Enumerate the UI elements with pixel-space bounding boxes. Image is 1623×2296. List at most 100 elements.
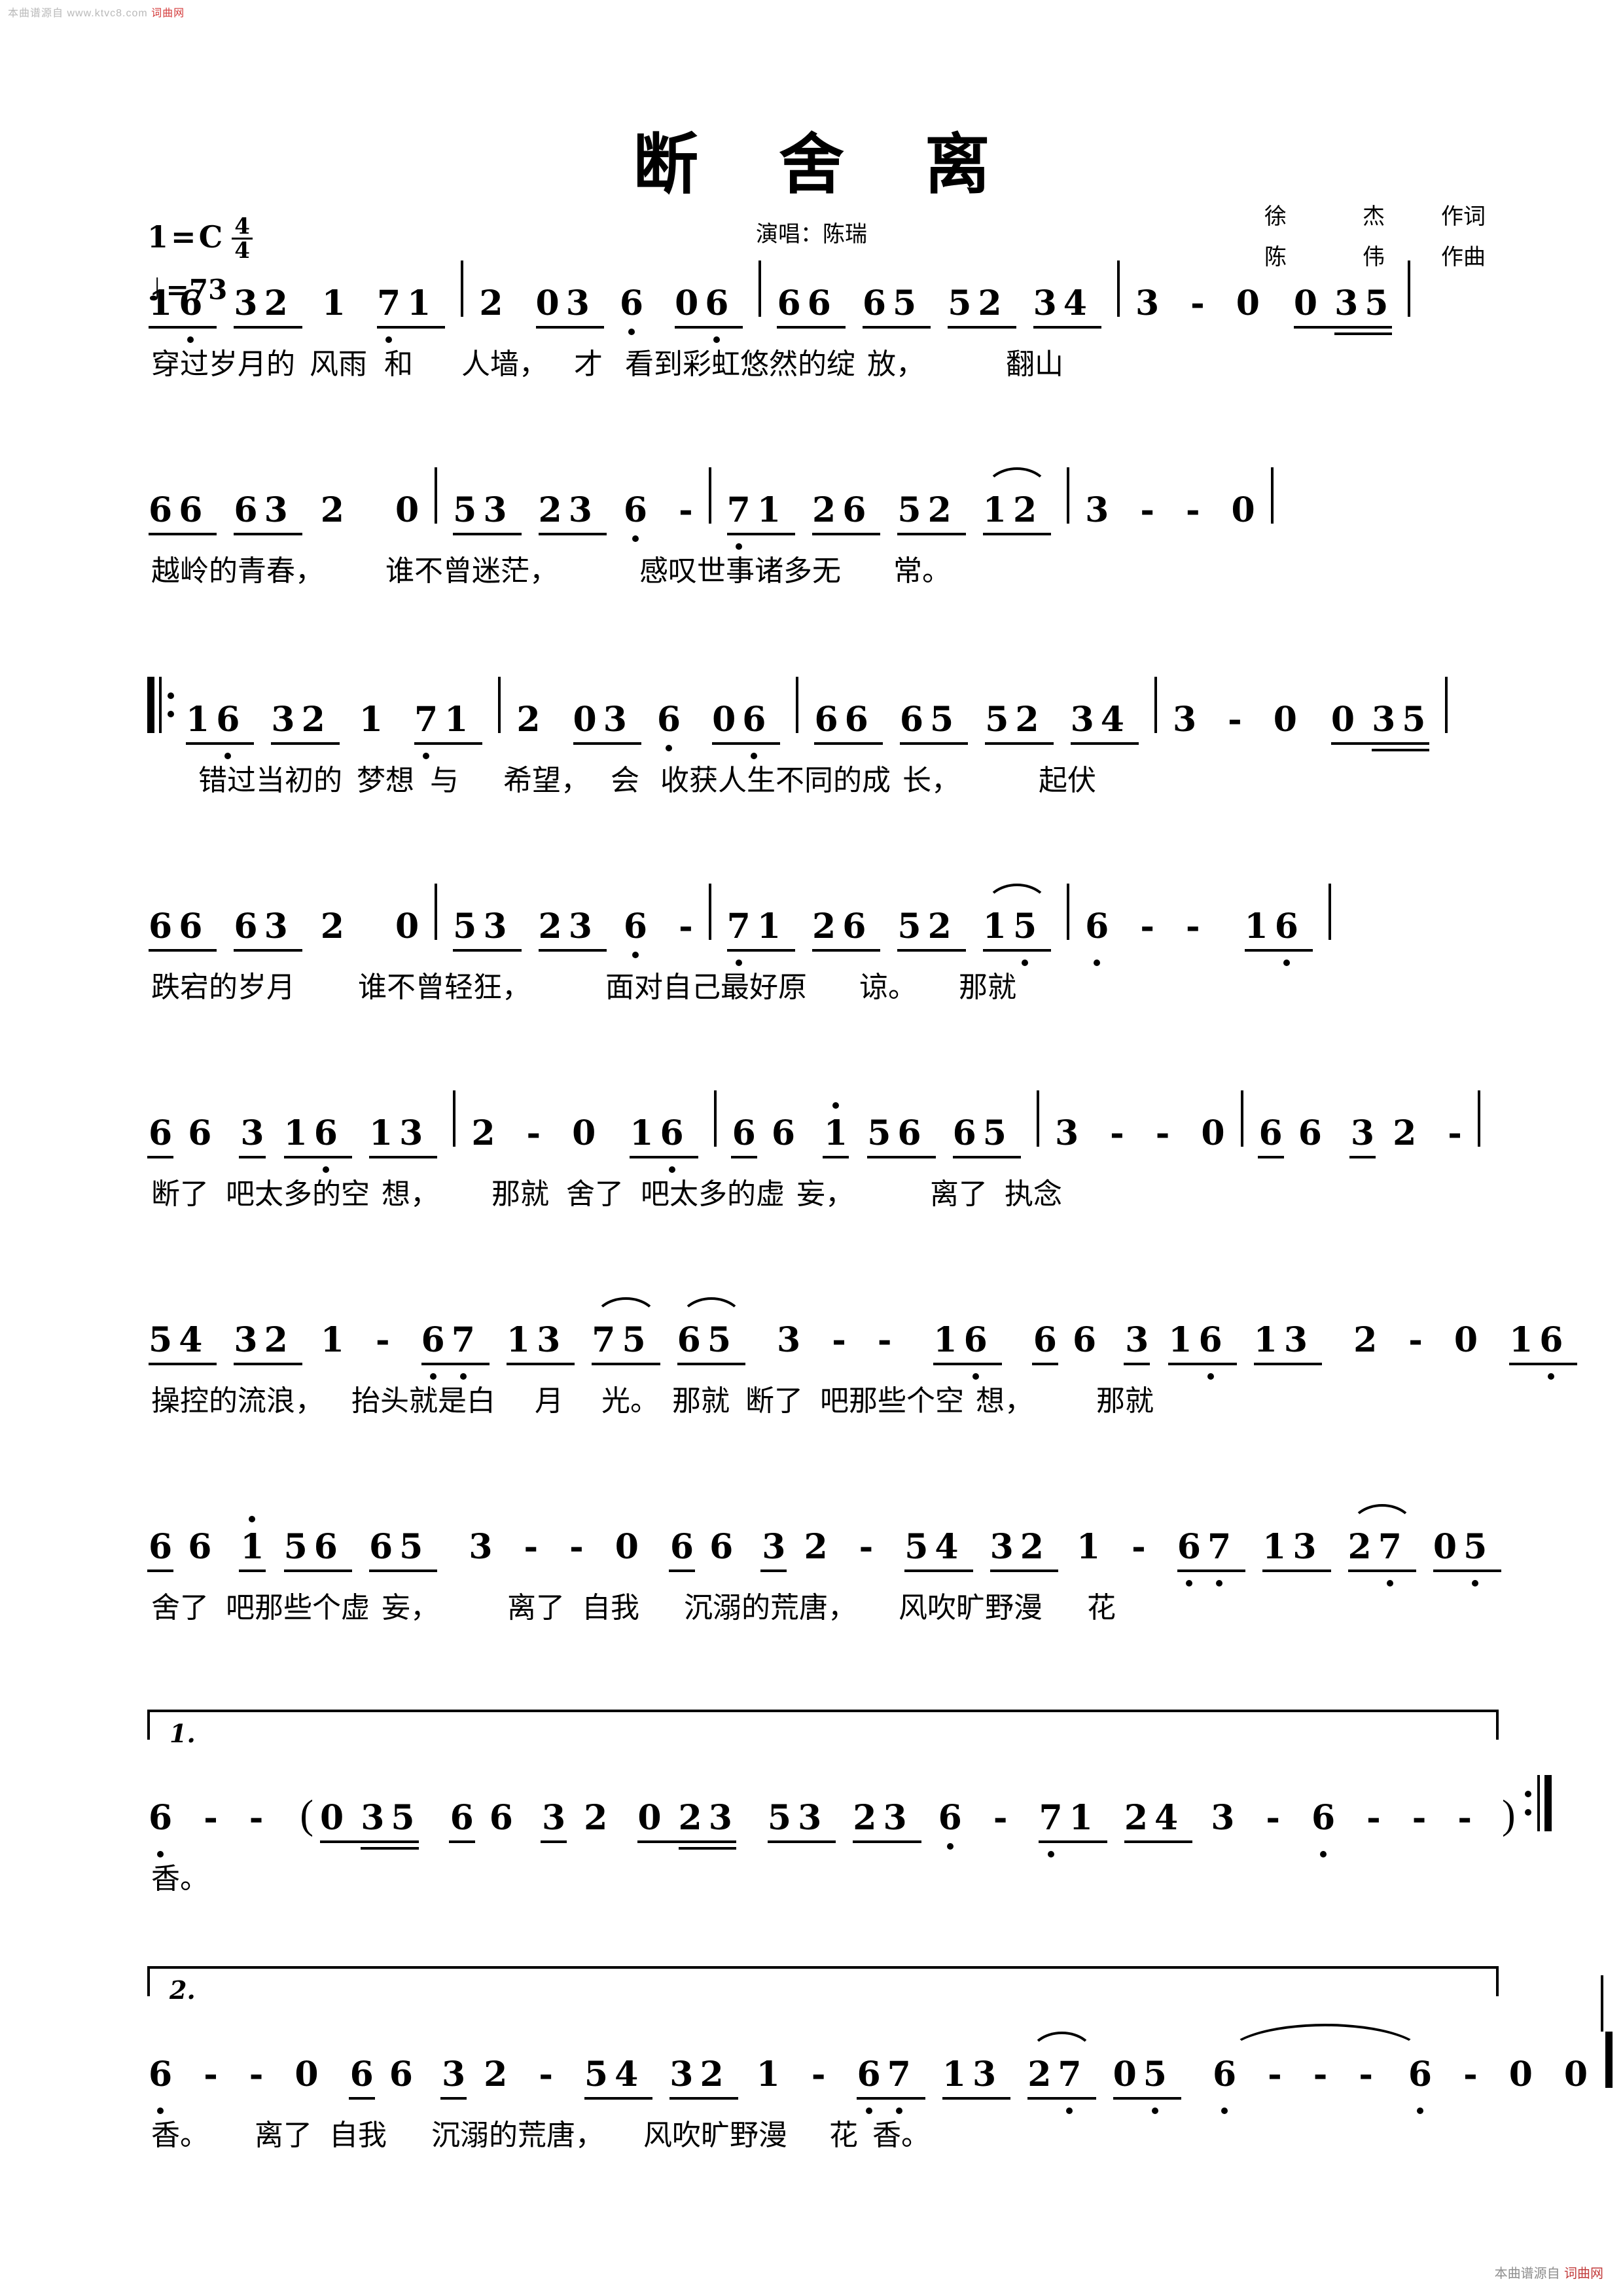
note-dash: - [1457,1798,1472,1838]
beam-group: 1 3 [1253,1320,1323,1365]
beam-group: 0 5 [1112,2054,1183,2114]
note: 6 [619,283,644,335]
note: 6 [448,1798,475,1843]
lyric-syllable: 人墙， [461,348,548,381]
note: 5 [893,283,917,323]
note: 0 [675,283,699,323]
note: 7 [376,283,401,343]
lyric-syllable: 风吹旷野漫 [899,1591,1043,1624]
first-ending-system: 1. 6 - - ( 0 3 5 6 6 3 2 0 2 3 5 3 2 3 6… [0,1710,1623,1906]
note: 1 [1253,1320,1277,1360]
note: 6 [179,490,203,530]
note: 5 [1012,906,1037,966]
lyric-syllable: 风雨 [310,348,367,381]
lyricist-surname: 徐 [1264,204,1287,230]
note: 1 [933,1320,957,1360]
note-row: 5 4 3 2 1 - 6 7 1 3 7 5 6 5 3 - - 1 6 6 … [147,1279,1578,1380]
note: 2 [812,906,836,946]
note: 3 [568,906,592,946]
beam-group: 6 7 [420,1320,491,1380]
beam-group: 5 6 [283,1530,353,1572]
note: 3 [708,1798,732,1838]
note: 6 [1177,1527,1201,1587]
note-dash: - [1132,1527,1146,1567]
lyric-syllable: 翻山 [1006,348,1063,381]
note: 3 [568,490,592,530]
note: 6 [668,1527,696,1572]
note: 0 [573,700,597,740]
lyric-syllable: 和 [384,348,413,381]
barline [1328,884,1331,940]
note: 1 [823,1102,849,1158]
note: 2 [678,1798,702,1838]
lyric-syllable: 想， [382,1177,439,1211]
note: 5 [867,1113,891,1153]
music-system-4: 6 6 6 3 2 0 5 3 2 3 6 - 7 1 2 6 5 2 1 5 … [0,865,1623,1043]
note: 6 [952,1113,976,1153]
note: 7 [726,490,751,550]
lyric-syllable: 越岭的青春， [151,554,324,588]
beam-group: 1 3 [941,2054,1012,2100]
barline [461,260,464,317]
note: 6 [179,906,203,946]
beam-group: 1 6 [1243,910,1314,966]
note-dash: - [1155,1113,1170,1153]
slur-arc [984,467,1050,492]
beam-group: 1 3 [505,1323,576,1365]
beam-group: 5 2 [946,287,1017,329]
final-barline [1601,1975,1613,2088]
lyric-row: 香。 [147,1855,1499,1902]
note: 0 [1113,2054,1137,2094]
note: 3 [440,2054,467,2100]
note-dash: - [539,2054,553,2094]
note: 7 [1058,2054,1082,2114]
lyric-syllable: 自我 [582,1591,639,1624]
note-dash: - [1313,2054,1328,2094]
note: 3 [399,1113,423,1153]
note: 5 [767,1798,792,1838]
beam-group: 2 3 [677,1798,738,1850]
note: 3 [798,1798,822,1838]
lyric-syllable: 风吹旷野漫 [643,2119,787,2152]
note: 6 [216,700,240,759]
lyric-syllable: 抬头就是白 [351,1384,495,1418]
note: 1 [149,283,173,323]
note: 6 [842,490,866,530]
note: 3 [1211,1798,1235,1838]
note-dash: - [1185,906,1200,946]
note: 2 [927,490,952,530]
note: 6 [1408,2054,1433,2114]
note: 6 [149,490,173,530]
slur-arc [1224,2024,1426,2056]
note: 1 [982,490,1007,530]
note: 6 [421,1320,445,1380]
beam-group: 3 5 [1333,287,1393,335]
note-row: 6 6 6 3 2 0 5 3 2 3 6 - 7 1 [147,449,1499,550]
note-dash: - [1140,490,1154,530]
lyricist-givenname: 杰 [1363,204,1385,230]
lyric-syllable: 舍了 [566,1177,624,1211]
note-row: 6 6 3 1 6 1 3 2 - 0 1 6 6 6 1 5 6 6 5 3 … [147,1072,1499,1173]
barline [1036,1090,1039,1147]
beam-group: 2 3 [537,906,608,952]
lyric-syllable: 月 [535,1384,563,1418]
beam-group: 5 4 [583,2058,654,2100]
note: 2 [320,906,344,946]
note: 7 [1039,1798,1063,1857]
note: 0 [320,1798,344,1838]
note-dash: - [1448,1113,1462,1153]
note: 5 [453,906,477,946]
beam-group: 2 4 [1123,1801,1194,1843]
note: 3 [1172,700,1197,740]
note: 1 [407,283,431,323]
note: 5 [904,1527,929,1567]
note: 0 [1293,283,1318,323]
note: 7 [1207,1527,1232,1587]
note: 6 [899,700,923,740]
note: 1 [942,2054,966,2094]
note-dash: - [1359,2054,1373,2094]
note: 1 [757,906,781,946]
note: 1 [1262,1527,1287,1567]
beam-group: 7 1 [413,703,484,759]
lyric-syllable: 舍了 [151,1591,209,1624]
